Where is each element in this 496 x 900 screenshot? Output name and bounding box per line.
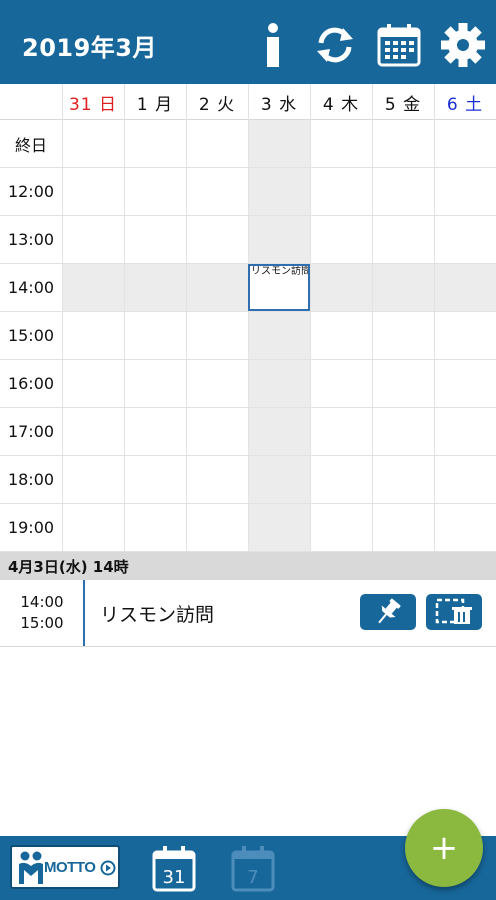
grid-divider xyxy=(434,84,435,552)
pin-icon xyxy=(378,598,401,624)
week-cal-number: 7 xyxy=(247,867,258,888)
row-label: 14:00 xyxy=(7,278,55,297)
row-label: 12:00 xyxy=(7,182,55,201)
month-title[interactable]: 2019年3月 xyxy=(22,28,157,63)
row-label: 13:00 xyxy=(7,230,55,249)
sync-icon xyxy=(317,27,353,63)
row-label: 17:00 xyxy=(7,422,55,441)
event-detail-row[interactable]: 14:00 15:00 リスモン訪問 xyxy=(0,580,496,647)
event-title[interactable]: リスモン訪問 xyxy=(100,600,214,627)
week-calendar-icon: 7 xyxy=(231,846,275,892)
event-color-bar xyxy=(83,580,85,646)
month-cal-number: 31 xyxy=(163,867,186,888)
row-label: 15:00 xyxy=(7,326,55,345)
gear-icon xyxy=(441,23,485,67)
copy-delete-icon xyxy=(435,598,472,624)
day-header-tue[interactable]: 2 火 xyxy=(186,84,248,120)
pin-button[interactable] xyxy=(360,594,416,630)
row-label: 16:00 xyxy=(7,374,55,393)
event-start-time: 14:00 xyxy=(20,593,64,611)
day-header-sat[interactable]: 6 土 xyxy=(434,84,496,120)
week-view-button[interactable]: 7 xyxy=(231,844,275,892)
grid-divider xyxy=(310,84,311,552)
row-label: 終日 xyxy=(14,135,47,155)
calendar-button[interactable] xyxy=(374,18,424,72)
jmotto-logo-button[interactable]: MOTTO xyxy=(10,845,120,889)
settings-button[interactable] xyxy=(438,18,488,72)
row-label: 19:00 xyxy=(7,518,55,537)
row-label: 18:00 xyxy=(7,470,55,489)
month-view-button[interactable]: 31 xyxy=(152,844,196,892)
month-calendar-icon: 31 xyxy=(152,846,196,892)
jmotto-logo-icon xyxy=(19,851,43,884)
selected-date-label: 4月3日(水) 14時 xyxy=(0,552,496,580)
day-header-sun[interactable]: 31 日 xyxy=(62,84,124,120)
day-header-mon[interactable]: 1 月 xyxy=(124,84,186,120)
day-header-thu[interactable]: 4 木 xyxy=(310,84,372,120)
day-header-wed[interactable]: 3 水 xyxy=(248,84,310,120)
info-icon xyxy=(267,23,279,67)
event-end-time: 15:00 xyxy=(20,614,64,632)
add-event-button[interactable]: + xyxy=(405,809,483,887)
grid-event-chip[interactable]: リスモン訪問 xyxy=(248,264,310,311)
grid-divider xyxy=(372,84,373,552)
circle-arrow-icon xyxy=(100,860,116,876)
grid-divider xyxy=(186,84,187,552)
grid-divider xyxy=(62,84,63,552)
calendar-icon xyxy=(377,24,421,67)
grid-divider xyxy=(124,84,125,552)
grid-divider xyxy=(248,84,249,552)
info-button[interactable] xyxy=(248,18,298,72)
day-header-fri[interactable]: 5 金 xyxy=(372,84,434,120)
logo-text: MOTTO xyxy=(44,859,96,876)
copy-delete-button[interactable] xyxy=(426,594,482,630)
event-times: 14:00 15:00 xyxy=(0,592,84,634)
sync-button[interactable] xyxy=(310,18,360,72)
app-header: 2019年3月 xyxy=(0,0,496,84)
